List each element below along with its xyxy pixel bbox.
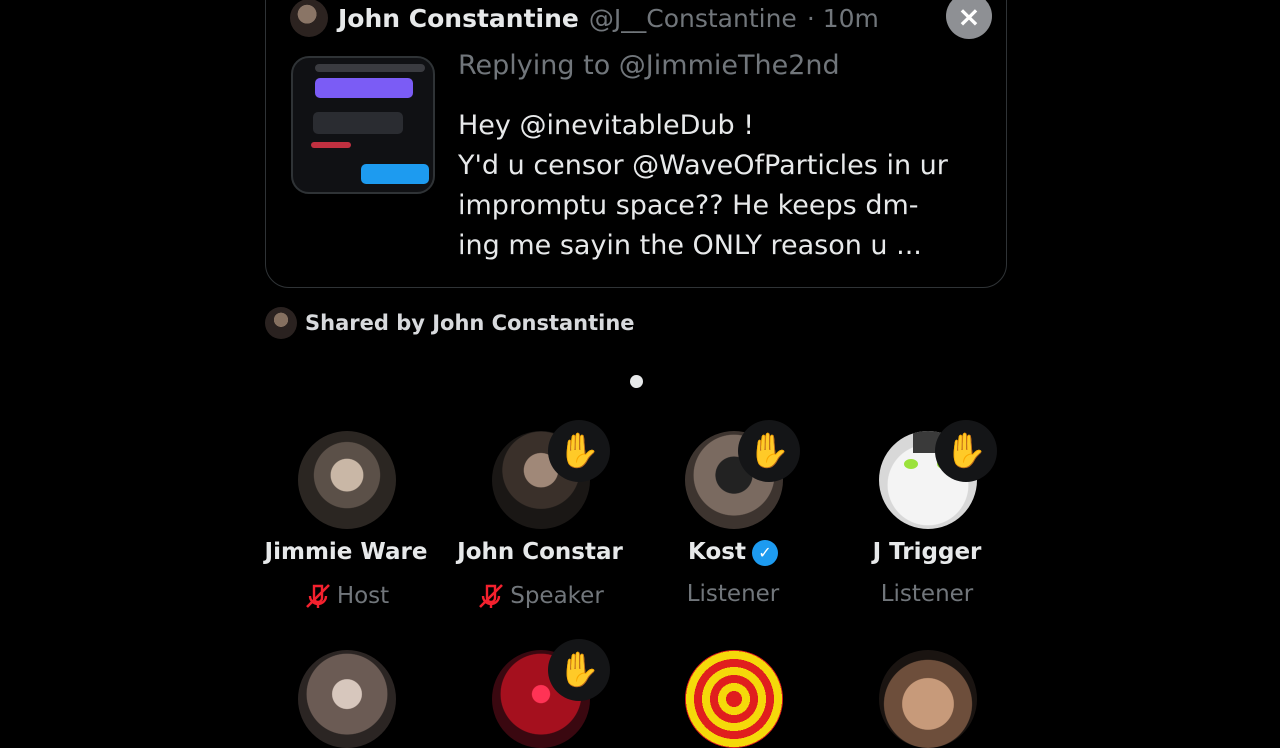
participant-name: John Constar <box>457 539 623 565</box>
participant-role: Listener <box>686 581 780 607</box>
participant-name: Kost ✓ <box>638 539 828 566</box>
target-avatar <box>685 650 783 748</box>
pager-dot <box>630 375 643 388</box>
mic-off-icon <box>479 584 504 608</box>
author-avatar[interactable] <box>290 0 328 37</box>
raised-hand-icon: ✋ <box>738 420 800 482</box>
avatar <box>298 650 396 748</box>
participant-name: Jimmie Ware <box>264 539 428 565</box>
mic-off-icon <box>305 584 330 608</box>
tweet-media-thumbnail[interactable] <box>291 56 435 194</box>
verified-badge-icon: ✓ <box>751 539 778 566</box>
tweet-header: John Constantine @J__Constantine · 10m <box>290 0 879 37</box>
sharer-avatar <box>265 307 297 339</box>
author-name[interactable]: John Constantine <box>338 4 579 33</box>
shared-by-label: Shared by John Constantine <box>305 311 635 335</box>
participant-role: Listener <box>880 581 974 607</box>
tweet-time: · 10m <box>806 3 879 33</box>
raised-hand-icon: ✋ <box>935 420 997 482</box>
role-label: Speaker <box>510 583 604 609</box>
name-text: Kost <box>688 539 746 565</box>
shared-by-row: Shared by John Constantine <box>265 307 635 339</box>
close-icon: × <box>957 0 981 33</box>
avatar <box>879 650 977 748</box>
participant-role: Host <box>251 581 441 611</box>
participant-role: Speaker <box>445 581 635 611</box>
role-label: Host <box>336 583 390 609</box>
author-handle[interactable]: @J__Constantine <box>589 4 797 33</box>
participant-name: J Trigger <box>872 539 982 565</box>
raised-hand-icon: ✋ <box>548 420 610 482</box>
replying-to-label[interactable]: Replying to @JimmieThe2nd <box>458 50 840 81</box>
avatar <box>298 431 396 529</box>
raised-hand-icon: ✋ <box>548 639 610 701</box>
tweet-text: Hey @inevitableDub ! Y'd u censor @WaveO… <box>458 110 948 261</box>
